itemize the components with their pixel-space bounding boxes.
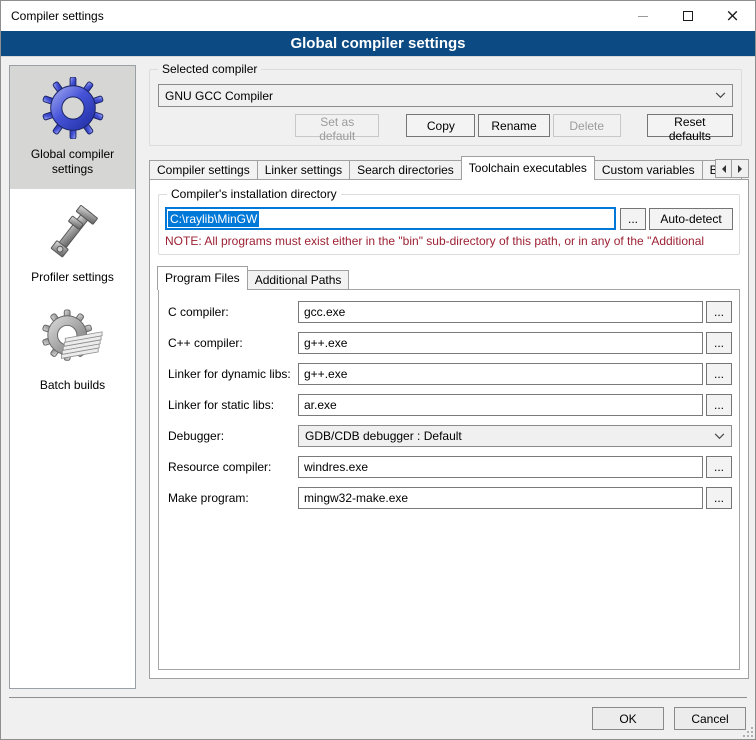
resource-compiler-label: Resource compiler: bbox=[168, 460, 298, 474]
compiler-actions: Set as default Copy Rename Delete Reset … bbox=[158, 114, 733, 137]
tab-toolchain-executables[interactable]: Toolchain executables bbox=[461, 156, 595, 180]
make-program-label: Make program: bbox=[168, 491, 298, 505]
tab-additional-paths[interactable]: Additional Paths bbox=[248, 270, 350, 290]
sidebar-item-global-compiler-settings[interactable]: Global compiler settings bbox=[10, 66, 135, 189]
sidebar-item-label: Profiler settings bbox=[31, 270, 114, 285]
debugger-label: Debugger: bbox=[168, 429, 298, 443]
program-files-page: C compiler: ... C++ compiler: ... Linker… bbox=[158, 289, 740, 670]
compiler-select-value: GNU GCC Compiler bbox=[165, 89, 715, 103]
footer-divider bbox=[9, 697, 747, 698]
installation-directory-group-label: Compiler's installation directory bbox=[167, 187, 341, 201]
close-button[interactable]: × bbox=[710, 1, 755, 31]
installation-directory-browse-button[interactable]: ... bbox=[620, 208, 646, 230]
sidebar-item-profiler-settings[interactable]: Profiler settings bbox=[10, 189, 135, 297]
tab-scroll-left-button[interactable] bbox=[715, 159, 732, 178]
installation-directory-input[interactable]: C:\raylib\MinGW bbox=[165, 207, 616, 230]
installation-directory-group: Compiler's installation directory C:\ray… bbox=[158, 194, 740, 255]
page-title: Global compiler settings bbox=[1, 31, 755, 57]
static-linker-browse-button[interactable]: ... bbox=[706, 394, 732, 416]
caliper-icon bbox=[41, 199, 105, 263]
tab-program-files[interactable]: Program Files bbox=[157, 266, 248, 290]
cpp-compiler-row: C++ compiler: ... bbox=[168, 332, 732, 354]
close-icon: × bbox=[725, 8, 739, 25]
c-compiler-browse-button[interactable]: ... bbox=[706, 301, 732, 323]
cpp-compiler-browse-button[interactable]: ... bbox=[706, 332, 732, 354]
sidebar-item-batch-builds[interactable]: Batch builds bbox=[10, 297, 135, 405]
resource-compiler-browse-button[interactable]: ... bbox=[706, 456, 732, 478]
arrow-left-icon bbox=[718, 165, 726, 173]
maximize-icon bbox=[683, 11, 693, 21]
tab-scroll-right-button[interactable] bbox=[732, 159, 749, 178]
dynamic-linker-label: Linker for dynamic libs: bbox=[168, 367, 298, 381]
debugger-select[interactable]: GDB/CDB debugger : Default bbox=[298, 425, 732, 447]
program-files-tabstrip: Program Files Additional Paths bbox=[158, 267, 741, 290]
main-panel: Selected compiler GNU GCC Compiler Set a… bbox=[141, 65, 749, 689]
bin-subdirectory-note: NOTE: All programs must exist either in … bbox=[165, 234, 733, 248]
auto-detect-button[interactable]: Auto-detect bbox=[649, 208, 733, 230]
window-title: Compiler settings bbox=[1, 9, 620, 23]
c-compiler-row: C compiler: ... bbox=[168, 301, 732, 323]
debugger-row: Debugger: GDB/CDB debugger : Default bbox=[168, 425, 732, 447]
gray-gear-stack-icon bbox=[41, 307, 105, 371]
make-program-row: Make program: ... bbox=[168, 487, 732, 509]
make-program-browse-button[interactable]: ... bbox=[706, 487, 732, 509]
tab-compiler-settings[interactable]: Compiler settings bbox=[149, 160, 258, 180]
c-compiler-input[interactable] bbox=[298, 301, 703, 323]
installation-directory-row: C:\raylib\MinGW ... Auto-detect bbox=[165, 207, 733, 230]
dialog-buttons: OK Cancel bbox=[592, 707, 746, 730]
resource-compiler-row: Resource compiler: ... bbox=[168, 456, 732, 478]
titlebar: Compiler settings × bbox=[1, 1, 755, 31]
maximize-button[interactable] bbox=[665, 1, 710, 31]
toolchain-executables-page: Compiler's installation directory C:\ray… bbox=[149, 179, 749, 679]
compiler-select[interactable]: GNU GCC Compiler bbox=[158, 84, 733, 107]
debugger-select-value: GDB/CDB debugger : Default bbox=[305, 429, 714, 443]
selected-compiler-group-label: Selected compiler bbox=[158, 62, 261, 76]
tab-custom-variables[interactable]: Custom variables bbox=[595, 160, 703, 180]
dynamic-linker-browse-button[interactable]: ... bbox=[706, 363, 732, 385]
static-linker-input[interactable] bbox=[298, 394, 703, 416]
blue-gear-icon bbox=[41, 76, 105, 140]
sidebar-item-label: Global compiler settings bbox=[14, 147, 131, 177]
reset-defaults-button[interactable]: Reset defaults bbox=[647, 114, 733, 137]
cpp-compiler-label: C++ compiler: bbox=[168, 336, 298, 350]
chevron-down-icon bbox=[714, 433, 725, 440]
chevron-down-icon bbox=[715, 92, 726, 99]
copy-button[interactable]: Copy bbox=[406, 114, 475, 137]
set-as-default-button[interactable]: Set as default bbox=[295, 114, 379, 137]
static-linker-row: Linker for static libs: ... bbox=[168, 394, 732, 416]
cancel-button[interactable]: Cancel bbox=[674, 707, 746, 730]
resource-compiler-input[interactable] bbox=[298, 456, 703, 478]
dialog-content: Global compiler settings bbox=[1, 58, 755, 739]
installation-directory-selected-text: C:\raylib\MinGW bbox=[168, 211, 259, 227]
make-program-input[interactable] bbox=[298, 487, 703, 509]
resize-grip[interactable] bbox=[743, 727, 753, 737]
static-linker-label: Linker for static libs: bbox=[168, 398, 298, 412]
tab-linker-settings[interactable]: Linker settings bbox=[258, 160, 350, 180]
minimize-icon bbox=[638, 16, 648, 17]
delete-button[interactable]: Delete bbox=[553, 114, 621, 137]
minimize-button[interactable] bbox=[620, 1, 665, 31]
settings-tabstrip: Compiler settings Linker settings Search… bbox=[149, 158, 749, 180]
compiler-settings-dialog: Compiler settings × Global compiler sett… bbox=[0, 0, 756, 740]
settings-category-list: Global compiler settings bbox=[9, 65, 136, 689]
arrow-right-icon bbox=[738, 165, 746, 173]
ok-button[interactable]: OK bbox=[592, 707, 664, 730]
tab-search-directories[interactable]: Search directories bbox=[350, 160, 462, 180]
cpp-compiler-input[interactable] bbox=[298, 332, 703, 354]
selected-compiler-group: Selected compiler GNU GCC Compiler Set a… bbox=[149, 69, 742, 146]
c-compiler-label: C compiler: bbox=[168, 305, 298, 319]
dynamic-linker-input[interactable] bbox=[298, 363, 703, 385]
rename-button[interactable]: Rename bbox=[478, 114, 549, 137]
dynamic-linker-row: Linker for dynamic libs: ... bbox=[168, 363, 732, 385]
tab-scroll-arrows bbox=[715, 159, 749, 178]
sidebar-item-label: Batch builds bbox=[40, 378, 105, 393]
